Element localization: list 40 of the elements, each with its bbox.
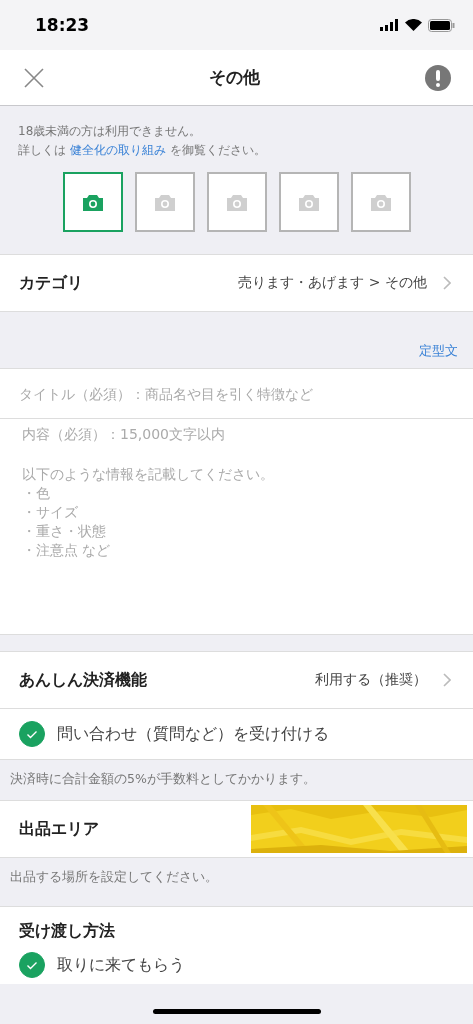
handover-option[interactable]: 取りに来てもらう	[57, 954, 185, 976]
camera-icon	[225, 193, 248, 211]
checkmark-icon[interactable]	[19, 721, 45, 747]
status-time: 18:23	[35, 15, 90, 35]
hint-line: ・色	[22, 485, 50, 501]
photo-slot[interactable]	[62, 172, 123, 232]
age-notice: 18歳未満の方は利用できません。	[18, 123, 203, 140]
payment-value[interactable]: 利用する（推奨）	[315, 671, 427, 689]
notice-text: 詳しくは 健全化の取り組み を御覧ください。	[18, 142, 267, 159]
camera-icon	[369, 193, 392, 211]
handover-label: 受け渡し方法	[19, 921, 116, 942]
close-icon[interactable]	[24, 67, 44, 88]
template-link[interactable]: 定型文	[419, 342, 458, 360]
chevron-icon	[443, 673, 451, 687]
area-note: 出品する場所を設定してください。	[10, 869, 218, 884]
payment-label: あんしん決済機能	[19, 669, 147, 691]
photo-slot[interactable]	[134, 172, 195, 232]
hint-line: ・注意点 など	[22, 542, 111, 558]
signal-icon	[380, 19, 399, 31]
camera-icon	[153, 193, 176, 211]
area-label: 出品エリア	[19, 818, 99, 840]
battery-icon	[428, 18, 455, 32]
category-label: カテゴリ	[19, 272, 83, 294]
chevron-icon	[443, 276, 451, 290]
guideline-link[interactable]: 健全化の取り組み	[69, 143, 166, 157]
photo-slot[interactable]	[206, 172, 267, 232]
title-field[interactable]: タイトル（必須）：商品名や目を引く特徴など	[0, 369, 473, 419]
camera-icon	[81, 193, 104, 211]
hint-line: ・重さ・状態	[22, 523, 106, 539]
screen-title: その他	[209, 66, 260, 89]
camera-icon	[297, 193, 320, 211]
category-value[interactable]: 売ります・あげます > その他	[238, 274, 427, 292]
hint-line: ・サイズ	[22, 504, 78, 520]
photo-slot[interactable]	[350, 172, 411, 232]
checkmark-icon[interactable]	[19, 952, 45, 978]
wifi-icon	[405, 19, 422, 31]
payment-note: 決済時に合計金額の5%が手数料としてかかります。	[10, 771, 316, 786]
photo-slot[interactable]	[278, 172, 339, 232]
exclamation-icon[interactable]	[425, 64, 451, 91]
hint-line: 以下のような情報を記載してください。	[22, 466, 274, 482]
